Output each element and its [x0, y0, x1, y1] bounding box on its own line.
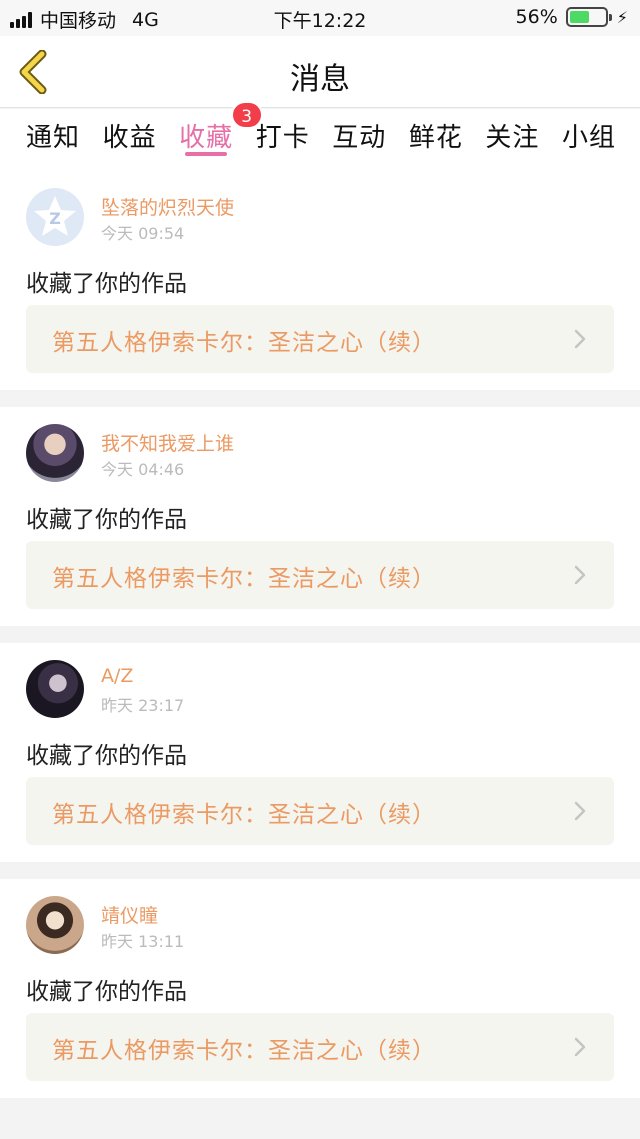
action-text: 收藏了你的作品	[26, 271, 187, 297]
tab-earnings[interactable]: 收益	[103, 109, 157, 171]
work-title: 第五人格伊索卡尔：圣洁之心（续）	[52, 330, 436, 356]
tab-label: 互动	[332, 123, 387, 153]
default-avatar-icon: Z	[34, 196, 76, 236]
chevron-right-icon	[574, 801, 586, 821]
tab-bar: 通知 收益 收藏 3 打卡 互动 鲜花 关注 小组	[0, 101, 640, 171]
username[interactable]: 我不知我爱上谁	[101, 429, 234, 456]
work-link[interactable]: 第五人格伊索卡尔：圣洁之心（续）	[26, 541, 614, 609]
tab-label: 小组	[561, 123, 616, 153]
tab-label: 通知	[26, 123, 81, 153]
chevron-right-icon	[574, 1037, 586, 1057]
tab-flowers[interactable]: 鲜花	[409, 109, 463, 171]
message-list: Z 坠落的炽烈天使 今天 09:54 收藏了你的作品 第五人格伊索卡尔：圣洁之心…	[0, 171, 640, 1115]
tab-favorites[interactable]: 收藏 3	[179, 101, 264, 171]
battery-level	[569, 11, 589, 23]
chevron-right-icon	[574, 329, 586, 349]
battery-percent: 56%	[515, 6, 558, 28]
tab-label: 关注	[485, 123, 540, 153]
tab-label: 收藏	[179, 123, 234, 153]
status-right: 56% ⚡	[516, 6, 628, 28]
work-link[interactable]: 第五人格伊索卡尔：圣洁之心（续）	[26, 777, 614, 845]
nav-bar: 消息	[0, 36, 640, 108]
battery-icon	[565, 7, 612, 27]
work-link[interactable]: 第五人格伊索卡尔：圣洁之心（续）	[26, 305, 614, 373]
work-title: 第五人格伊索卡尔：圣洁之心（续）	[52, 1038, 436, 1064]
username[interactable]: A/Z	[101, 665, 133, 687]
tab-notifications[interactable]: 通知	[26, 109, 80, 171]
action-text: 收藏了你的作品	[26, 507, 187, 533]
svg-text:Z: Z	[49, 209, 61, 228]
work-title: 第五人格伊索卡尔：圣洁之心（续）	[52, 566, 436, 592]
timestamp: 昨天 13:11	[101, 932, 185, 951]
list-item: A/Z 昨天 23:17 收藏了你的作品 第五人格伊索卡尔：圣洁之心（续）	[0, 643, 640, 862]
work-title: 第五人格伊索卡尔：圣洁之心（续）	[52, 802, 436, 828]
timestamp: 今天 04:46	[101, 460, 185, 479]
tab-following[interactable]: 关注	[485, 109, 539, 171]
username[interactable]: 坠落的炽烈天使	[101, 193, 234, 220]
charging-icon: ⚡	[616, 7, 628, 27]
tab-label: 收益	[102, 123, 157, 153]
action-text: 收藏了你的作品	[26, 743, 187, 769]
timestamp: 今天 09:54	[101, 224, 185, 243]
list-item: Z 坠落的炽烈天使 今天 09:54 收藏了你的作品 第五人格伊索卡尔：圣洁之心…	[0, 171, 640, 390]
tab-label: 鲜花	[408, 123, 463, 153]
status-bar: 中国移动 4G 下午12:22 56% ⚡	[0, 0, 640, 36]
list-item: 我不知我爱上谁 今天 04:46 收藏了你的作品 第五人格伊索卡尔：圣洁之心（续…	[0, 407, 640, 626]
page-title: 消息	[290, 62, 350, 97]
chevron-right-icon	[574, 565, 586, 585]
list-item: 靖仪瞳 昨天 13:11 收藏了你的作品 第五人格伊索卡尔：圣洁之心（续）	[0, 879, 640, 1098]
avatar[interactable]	[26, 896, 84, 954]
username[interactable]: 靖仪瞳	[101, 901, 158, 928]
tab-checkin[interactable]: 打卡	[256, 109, 310, 171]
action-text: 收藏了你的作品	[26, 979, 187, 1005]
avatar[interactable]	[26, 660, 84, 718]
tab-interactions[interactable]: 互动	[332, 109, 386, 171]
avatar[interactable]	[26, 424, 84, 482]
avatar[interactable]: Z	[26, 188, 84, 246]
tab-groups[interactable]: 小组	[562, 109, 616, 171]
timestamp: 昨天 23:17	[101, 696, 185, 715]
work-link[interactable]: 第五人格伊索卡尔：圣洁之心（续）	[26, 1013, 614, 1081]
tab-label: 打卡	[255, 123, 310, 153]
